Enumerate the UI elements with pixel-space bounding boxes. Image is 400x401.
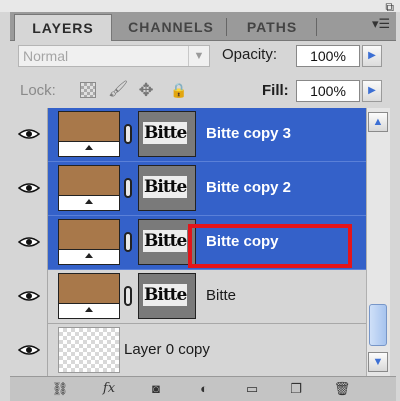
layer-mask-thumbnail: Bitte (138, 165, 196, 211)
fill-label: Fill: (262, 82, 289, 99)
mask-text: Bitte (143, 122, 187, 144)
scroll-down-icon[interactable]: ▼ (368, 352, 388, 372)
lock-fill-row: Lock: 🖌 ✥ 🔒 Fill: 100% ▶ (10, 76, 396, 106)
fill-input[interactable]: 100% (296, 80, 360, 102)
eye-icon (18, 345, 40, 355)
opacity-label: Opacity: (222, 46, 278, 63)
add-mask-icon[interactable]: ◙ (146, 380, 166, 398)
tab-separator (316, 18, 317, 36)
layer-thumbnail (58, 273, 120, 319)
layers-bottom-toolbar: ⛓ fx ◙ ◐ ▭ ❐ 🗑 (10, 376, 396, 401)
visibility-toggle[interactable] (10, 108, 48, 162)
layer-row[interactable]: Layer 0 copy (10, 324, 366, 378)
tab-separator (226, 18, 227, 36)
red-highlight-annotation (188, 224, 352, 268)
blend-opacity-row: Normal ▼ Opacity: 100% ▶ (10, 42, 396, 72)
layer-thumbnail (58, 111, 120, 157)
blend-mode-value: Normal (23, 48, 69, 64)
mask-text: Bitte (143, 230, 187, 252)
new-group-icon[interactable]: ▭ (242, 380, 262, 398)
layer-name: Bitte (206, 287, 237, 304)
thumbnail-mark (85, 253, 93, 258)
blend-mode-select[interactable]: Normal ▼ (18, 45, 210, 67)
eye-icon (18, 291, 40, 301)
visibility-toggle[interactable] (10, 162, 48, 216)
mask-text: Bitte (143, 176, 187, 198)
tab-paths[interactable]: PATHS (230, 14, 314, 40)
layer-thumbnail (58, 165, 120, 211)
chevron-down-icon[interactable]: ▼ (188, 46, 209, 66)
thumbnail-mark (85, 199, 93, 204)
opacity-input[interactable]: 100% (296, 45, 360, 67)
link-layers-icon[interactable]: ⛓ (48, 380, 72, 398)
layer-row[interactable]: Bitte Bitte copy 2 (10, 162, 366, 216)
delete-layer-icon[interactable]: 🗑 (332, 380, 352, 398)
layer-thumbnail (58, 219, 120, 265)
lock-transparent-icon[interactable] (80, 82, 96, 98)
mask-link-icon[interactable] (124, 178, 132, 198)
tab-bar: LAYERS CHANNELS PATHS ▾☰ (10, 12, 396, 41)
mask-link-icon[interactable] (124, 286, 132, 306)
layer-mask-thumbnail: Bitte (138, 111, 196, 157)
layer-name: Bitte copy 3 (206, 125, 292, 142)
fill-slider-button[interactable]: ▶ (362, 80, 382, 102)
eye-icon (18, 129, 40, 139)
layer-thumbnail-transparent (58, 327, 120, 373)
layer-row[interactable]: Bitte Bitte copy 3 (10, 108, 366, 162)
layer-name: Layer 0 copy (124, 341, 210, 358)
layer-mask-thumbnail: Bitte (138, 273, 196, 319)
lock-label: Lock: (20, 82, 56, 99)
tab-channels[interactable]: CHANNELS (116, 14, 226, 40)
mask-text: Bitte (143, 284, 187, 306)
lock-image-brush-icon[interactable]: 🖌 (108, 82, 128, 98)
panel-menu-icon[interactable]: ▾☰ (372, 16, 390, 32)
layer-name: Bitte copy 2 (206, 179, 292, 196)
layer-list-scrollbar[interactable]: ▲ ▼ (366, 108, 390, 376)
eye-icon (18, 183, 40, 193)
eye-icon (18, 237, 40, 247)
new-layer-icon[interactable]: ❐ (286, 380, 306, 398)
layer-row[interactable]: Bitte Bitte (10, 270, 366, 324)
lock-all-padlock-icon[interactable]: 🔒 (170, 82, 187, 98)
lock-position-move-icon[interactable]: ✥ (138, 81, 154, 99)
thumbnail-mark (85, 307, 93, 312)
opacity-slider-button[interactable]: ▶ (362, 45, 382, 67)
mask-link-icon[interactable] (124, 232, 132, 252)
layer-list: Bitte Bitte copy 3 Bitte Bitte copy 2 Bi… (10, 108, 366, 378)
window-top-strip (0, 0, 400, 12)
visibility-toggle[interactable] (10, 270, 48, 324)
visibility-toggle[interactable] (10, 216, 48, 270)
visibility-toggle[interactable] (10, 324, 48, 378)
adjustment-layer-icon[interactable]: ◐ (194, 380, 214, 398)
scroll-thumb[interactable] (369, 304, 387, 346)
scroll-up-icon[interactable]: ▲ (368, 112, 388, 132)
fx-icon[interactable]: fx (96, 380, 122, 398)
thumbnail-mark (85, 145, 93, 150)
mask-link-icon[interactable] (124, 124, 132, 144)
tab-layers[interactable]: LAYERS (14, 14, 112, 41)
